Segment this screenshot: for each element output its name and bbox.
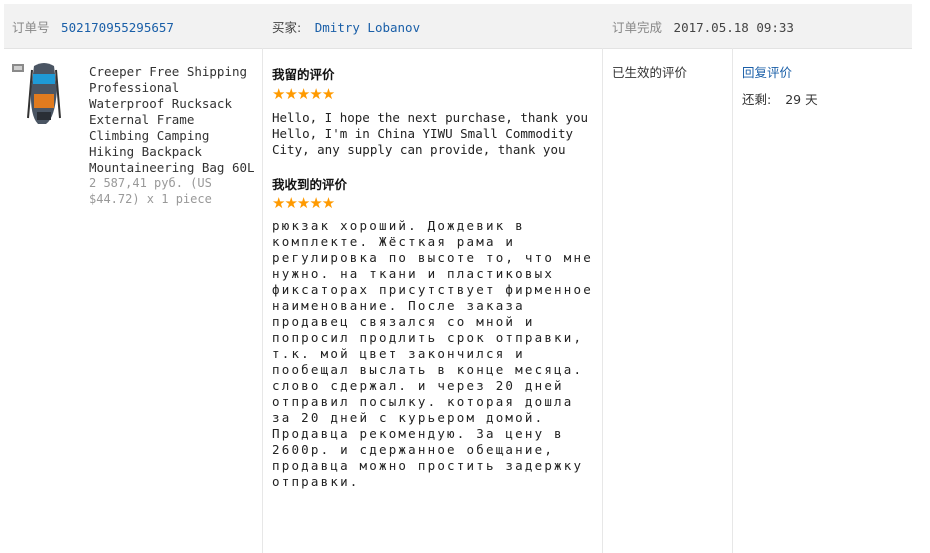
my-feedback-stars: ★★★★★ [272,85,335,103]
buyer-name-link[interactable]: Dmitry Lobanov [315,20,420,35]
reply-feedback-link[interactable]: 回复评价 [742,62,792,81]
received-feedback-text: рюкзак хороший. Дождевик в комплекте. Жё… [272,218,593,489]
product-price: 2 587,41 руб. (US $44.72) x 1 piece [89,176,212,206]
feedback-status: 已生效的评价 [612,65,688,80]
order-header: 订单号 502170955295657 买家: Dmitry Lobanov 订… [4,4,912,49]
buyer-label: 买家: [272,20,302,35]
remain-label: 还剩: [742,92,772,107]
column-divider [262,48,263,553]
buyer-info: 买家: Dmitry Lobanov [272,17,420,36]
backpack-thumbnail-icon [12,63,61,124]
my-feedback-title: 我留的评价 [272,67,335,82]
order-date: 2017.05.18 09:33 [673,20,794,35]
my-feedback-text: Hello, I hope the next purchase, thank y… [272,110,589,157]
remain-value: 29 天 [785,92,818,107]
order-status-label: 订单完成 [612,20,663,35]
product-title-link[interactable]: Creeper Free Shipping Professional Water… [89,64,257,176]
time-remaining: 还剩: 29 天 [742,89,818,108]
order-number: 订单号 502170955295657 [12,17,174,36]
order-number-label: 订单号 [12,20,50,35]
received-feedback-title: 我收到的评价 [272,177,348,192]
received-feedback-stars: ★★★★★ [272,194,335,212]
column-divider [602,48,603,553]
column-divider [732,48,733,553]
product-thumbnail[interactable] [10,60,74,128]
order-feedback-panel: 订单号 502170955295657 买家: Dmitry Lobanov 订… [0,0,930,553]
order-number-link[interactable]: 502170955295657 [61,20,174,35]
order-status: 订单完成 2017.05.18 09:33 [612,17,794,36]
